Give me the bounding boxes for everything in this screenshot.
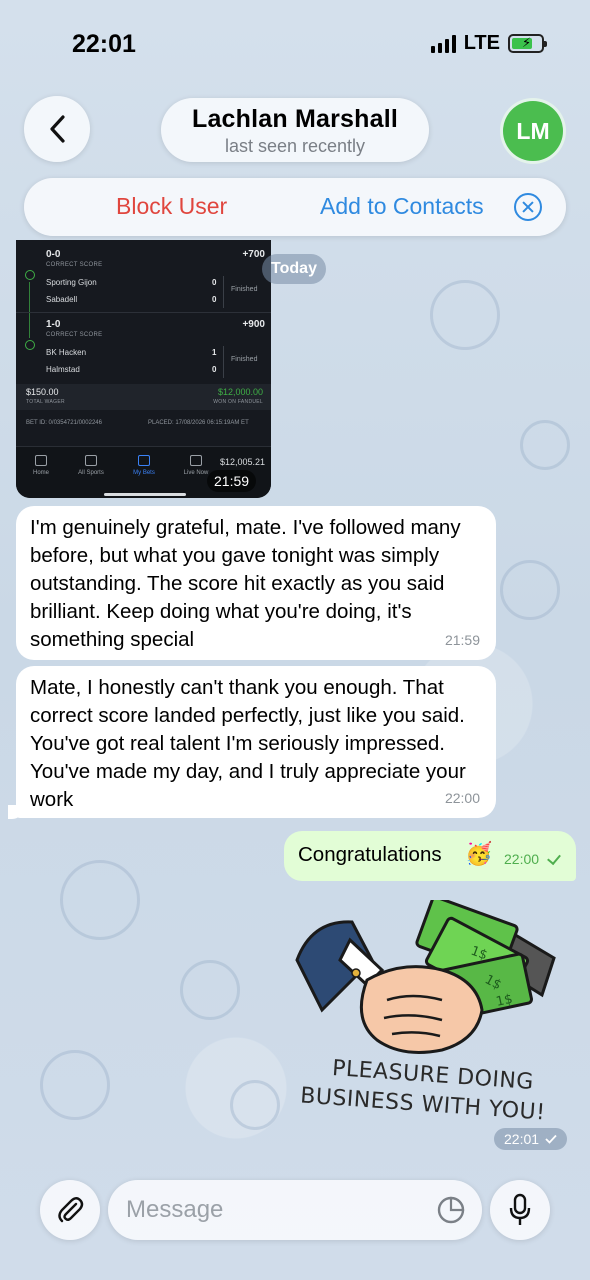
sent-check-icon (545, 1134, 557, 1144)
wallpaper-doodle (180, 960, 240, 1020)
home-team: BK Hacken (46, 348, 87, 357)
message-time: 22:00 (444, 790, 480, 806)
check-icon (25, 340, 35, 350)
message-text: Congratulations (298, 843, 442, 866)
chevron-left-icon (50, 115, 65, 143)
tab-all-sports: All Sports (66, 455, 116, 476)
wallpaper-doodle (60, 860, 140, 940)
timeline-line (29, 282, 30, 338)
account-balance: $12,005.21 (220, 457, 266, 467)
outgoing-message[interactable]: Congratulations 🥳 22:00 (284, 831, 576, 881)
live-icon (190, 455, 202, 466)
home-goals: 0 (212, 278, 217, 287)
message-time: 22:00 (504, 851, 540, 867)
selection-type: CORRECT SCORE (46, 332, 103, 338)
selection-score: 1-0 (46, 319, 61, 330)
party-face-emoji: 🥳 (465, 841, 493, 866)
total-wager-label: TOTAL WAGER (26, 399, 65, 405)
away-goals: 0 (212, 295, 217, 304)
wallpaper-doodle (230, 1080, 280, 1130)
tab-label: Home (32, 470, 49, 476)
microphone-icon (509, 1193, 531, 1225)
selection-score: 0-0 (46, 249, 61, 260)
won-amount: $12,000.00 (217, 387, 263, 397)
message-time: 21:59 (444, 632, 480, 648)
home-team: Sporting Gijon (46, 278, 97, 287)
battery-icon: ⚡ (508, 34, 547, 53)
message-input[interactable] (108, 1180, 482, 1240)
contact-status: last seen recently (224, 136, 366, 156)
avatar[interactable]: LM (500, 98, 566, 164)
sticker-icon[interactable] (436, 1195, 466, 1225)
won-label: WON ON FANDUEL (213, 399, 263, 405)
wallpaper-doodle (500, 560, 560, 620)
tab-home: Home (16, 455, 66, 476)
date-chip: Today (262, 254, 326, 284)
chat-title[interactable]: Lachlan Marshall last seen recently (161, 98, 429, 162)
home-indicator (104, 493, 186, 496)
sticker-timestamp: 22:01 (494, 1128, 568, 1150)
selection-odds: +700 (242, 249, 265, 260)
wallpaper-doodle (40, 1050, 110, 1120)
contact-name: Lachlan Marshall (191, 105, 399, 133)
match-status: Finished (231, 356, 258, 363)
tab-label: Live Now (183, 470, 209, 476)
status-time: 22:01 (72, 30, 136, 58)
match-status: Finished (231, 286, 258, 293)
home-goals: 1 (212, 348, 217, 357)
bet-slip-image[interactable]: 0-0 +700 CORRECT SCORE Sporting Gijon 0 … (16, 240, 271, 498)
add-to-contacts-button[interactable]: Add to Contacts (320, 193, 484, 220)
paperclip-icon (58, 1197, 84, 1223)
divider (223, 276, 224, 308)
message-text: I'm genuinely grateful, mate. I've follo… (30, 516, 461, 651)
contact-action-bar: Block User Add to Contacts (24, 178, 566, 236)
away-team: Halmstad (46, 365, 80, 374)
signal-icon (430, 34, 456, 53)
total-wager: $150.00 (26, 387, 59, 397)
incoming-message[interactable]: Mate, I honestly can't thank you enough.… (16, 666, 496, 818)
close-icon[interactable] (514, 193, 542, 221)
selection-type: CORRECT SCORE (46, 262, 103, 268)
image-timestamp: 21:59 (207, 470, 257, 492)
tab-label: All Sports (78, 470, 104, 476)
receipt-icon (138, 455, 150, 466)
divider (16, 312, 271, 313)
attach-button[interactable] (40, 1180, 100, 1240)
message-time: 22:01 (504, 1131, 540, 1147)
bet-id: BET ID: 0/0354721/0002246 (26, 420, 102, 426)
divider (223, 346, 224, 378)
wager-summary: $150.00 TOTAL WAGER $12,000.00 WON ON FA… (16, 384, 271, 410)
away-goals: 0 (212, 365, 217, 374)
home-icon (35, 455, 47, 466)
status-indicators: LTE ⚡ (430, 32, 547, 55)
message-text: Mate, I honestly can't thank you enough.… (30, 676, 466, 811)
selection-odds: +900 (242, 319, 265, 330)
search-icon (85, 455, 97, 466)
placed-time: PLACED: 17/08/2026 06:15:19AM ET (148, 420, 249, 426)
microphone-button[interactable] (490, 1180, 550, 1240)
read-check-icon (547, 850, 561, 866)
incoming-message[interactable]: I'm genuinely grateful, mate. I've follo… (16, 506, 496, 660)
block-user-button[interactable]: Block User (116, 193, 227, 220)
back-button[interactable] (24, 96, 90, 162)
tab-my-bets: My Bets (119, 455, 169, 476)
wallpaper-doodle (430, 280, 500, 350)
away-team: Sabadell (46, 295, 78, 304)
network-label: LTE (463, 32, 500, 54)
wallpaper-doodle (520, 420, 570, 470)
check-icon (25, 270, 35, 280)
tab-label: My Bets (133, 470, 155, 476)
